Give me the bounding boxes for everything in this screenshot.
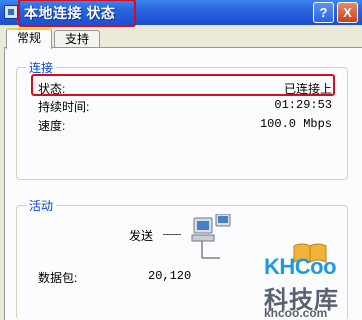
watermark-url: khcoo.com xyxy=(264,306,328,320)
duration-label: 持续时间: xyxy=(38,100,90,114)
speed-label: 速度: xyxy=(38,119,66,133)
close-button[interactable]: X xyxy=(337,2,358,23)
packets-sent-value: 20,120 xyxy=(148,269,192,283)
status-value: 已连接上 xyxy=(283,82,332,96)
help-button[interactable]: ? xyxy=(313,2,334,23)
tab-support[interactable]: 支持 xyxy=(54,30,100,47)
network-computers-icon xyxy=(191,214,231,259)
activity-group-title: 活动 xyxy=(26,197,57,214)
tab-general[interactable]: 常规 xyxy=(6,28,52,49)
watermark-brand: KHCoo xyxy=(264,254,337,279)
network-connection-icon xyxy=(4,5,18,19)
title-annotation-box xyxy=(18,0,136,27)
sent-divider xyxy=(163,234,181,235)
speed-value: 100.0 Mbps xyxy=(259,117,332,131)
watermark: KHCoo 科技库 khcoo.com xyxy=(258,240,362,320)
packets-label: 数据包: xyxy=(38,271,78,285)
status-label: 状态: xyxy=(38,82,66,96)
duration-value: 01:29:53 xyxy=(274,98,332,112)
title-bar: 本地连接 状态 ? X xyxy=(0,0,362,27)
sent-label: 发送 xyxy=(129,229,154,243)
